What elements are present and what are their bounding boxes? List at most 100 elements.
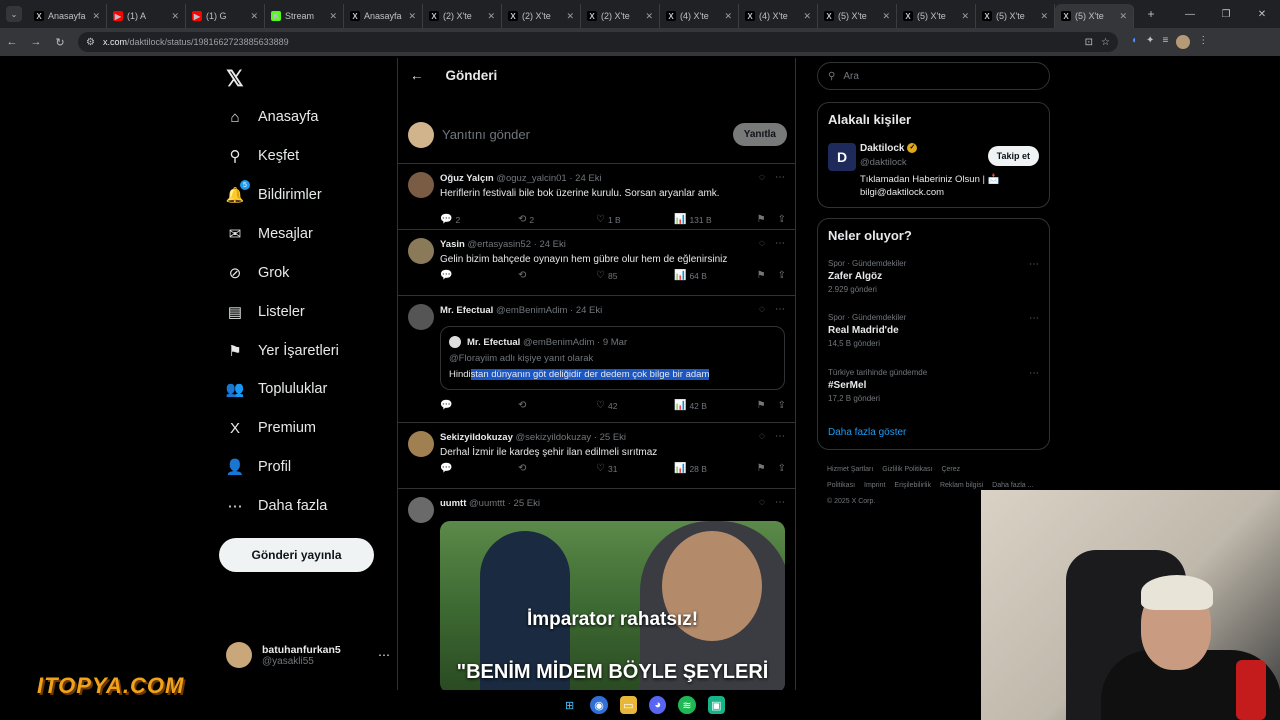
author-handle[interactable]: @emBenimAdim — [496, 305, 567, 316]
tab-close-icon[interactable]: ✕ — [1119, 11, 1127, 22]
search-input[interactable]: ⚲ Ara — [817, 62, 1050, 90]
nav-item-mesajlar[interactable]: ✉ Mesajlar — [226, 225, 313, 243]
tweet[interactable]: Oğuz Yalçın @oguz_yalcin01 · 24 Eki ◌ ⋯ Her… — [398, 164, 795, 230]
tab-close-icon[interactable]: ✕ — [645, 11, 653, 22]
show-more-link[interactable]: Daha fazla göster — [828, 427, 906, 438]
retweet-button[interactable]: ⟲ — [518, 270, 596, 281]
tweet-media-image[interactable]: İmparator rahatsız! "BENİM MİDEM BÖYLE ŞE… — [440, 521, 785, 690]
more-icon[interactable]: ⋯ — [1029, 368, 1039, 379]
retweet-button[interactable]: ⟲ — [518, 463, 596, 474]
tab-close-icon[interactable]: ✕ — [408, 11, 416, 22]
like-button[interactable]: ♡ 31 — [596, 463, 674, 474]
browser-tab[interactable]: X Anasayfa ✕ — [28, 4, 107, 28]
tab-close-icon[interactable]: ✕ — [250, 11, 258, 22]
windows-start-icon[interactable]: ⊞ — [561, 696, 578, 714]
forward-icon[interactable]: → — [24, 36, 48, 48]
avatar[interactable] — [408, 304, 434, 330]
browser-tab[interactable]: X (5) X'te ✕ — [897, 4, 976, 28]
avatar[interactable] — [408, 238, 434, 264]
close-window-icon[interactable]: ✕ — [1244, 9, 1280, 20]
reply-button[interactable]: 💬 — [440, 270, 518, 281]
retweet-button[interactable]: ⟲ — [518, 400, 596, 411]
file-explorer-icon[interactable]: ▭ — [619, 696, 637, 714]
grok-icon[interactable]: ◌ — [759, 172, 765, 183]
tab-close-icon[interactable]: ✕ — [961, 11, 969, 22]
more-icon[interactable]: ⋯ — [775, 497, 785, 508]
profile-avatar-icon[interactable] — [1176, 35, 1191, 49]
tweet-date[interactable]: 24 Eki — [539, 239, 565, 250]
bookmark-icon[interactable]: ⚑ — [757, 400, 766, 411]
bookmark-icon[interactable]: ⚑ — [757, 214, 766, 225]
views-button[interactable]: 📊 64 B — [674, 270, 752, 281]
share-icon[interactable]: ⇪ — [778, 400, 786, 411]
trend-item[interactable]: Spor · Gündemdekiler Zafer Algöz 2.929 gön… — [828, 259, 1041, 294]
footer-link[interactable]: Reklam bilgisi — [940, 482, 983, 489]
more-icon[interactable]: ⋯ — [775, 172, 785, 183]
x-logo-icon[interactable]: 𝕏 — [226, 66, 244, 92]
browser-tab[interactable]: X (2) X'te ✕ — [423, 4, 502, 28]
nav-item-listeler[interactable]: ▤ Listeler — [226, 303, 305, 321]
like-button[interactable]: ♡ 85 — [596, 270, 674, 281]
grok-icon[interactable]: ◌ — [759, 238, 765, 249]
restore-icon[interactable]: ❐ — [1208, 9, 1244, 20]
reply-button[interactable]: Yanıtla — [732, 123, 787, 146]
author-handle[interactable]: @sekizyildokuzay — [516, 432, 592, 443]
tab-close-icon[interactable]: ✕ — [1040, 11, 1048, 22]
reply-input[interactable]: Yanıtını gönder — [442, 127, 733, 142]
share-icon[interactable]: ⇪ — [778, 463, 786, 474]
site-info-icon[interactable]: ⚙ — [86, 37, 95, 48]
nav-item-profil[interactable]: 👤 Profil — [226, 458, 291, 476]
more-icon[interactable]: ⋯ — [775, 238, 785, 249]
tab-search-button[interactable]: ⌄ — [6, 6, 22, 22]
nav-item-yer-i-şaretleri[interactable]: ⚑ Yer İşaretleri — [226, 342, 339, 360]
tab-close-icon[interactable]: ✕ — [92, 11, 100, 22]
nav-item-daha-fazla[interactable]: ⋯ Daha fazla — [226, 497, 328, 515]
chrome-icon[interactable]: ◉ — [590, 696, 608, 714]
tweet-date[interactable]: 25 Eki — [600, 432, 626, 443]
daktilock-logo-icon[interactable]: D — [828, 143, 856, 171]
bookmark-star-icon[interactable]: ☆ — [1101, 37, 1110, 48]
menu-kebab-icon[interactable]: ⋮ — [1198, 35, 1208, 49]
reload-icon[interactable]: ↻ — [48, 36, 72, 49]
grok-icon[interactable]: ◌ — [759, 497, 765, 508]
install-app-icon[interactable]: ⊡ — [1085, 37, 1093, 48]
more-icon[interactable]: ⋯ — [1029, 313, 1039, 324]
share-icon[interactable]: ⇪ — [778, 214, 786, 225]
views-button[interactable]: 📊 131 B — [674, 214, 752, 225]
grok-icon[interactable]: ◌ — [759, 304, 765, 315]
nav-item-premium[interactable]: X Premium — [226, 419, 316, 437]
author-name[interactable]: Yasin — [440, 239, 465, 250]
author-name[interactable]: Sekizyildokuzay — [440, 432, 513, 443]
tab-close-icon[interactable]: ✕ — [329, 11, 337, 22]
views-button[interactable]: 📊 28 B — [674, 463, 752, 474]
browser-tab[interactable]: X (4) X'te ✕ — [660, 4, 739, 28]
trend-item[interactable]: Spor · Gündemdekiler Real Madrid'de 14,5 B… — [828, 313, 1041, 348]
author-handle[interactable]: @uumttt — [469, 498, 505, 509]
browser-tab[interactable]: X (4) X'te ✕ — [739, 4, 818, 28]
tweet[interactable]: Sekizyildokuzay @sekizyildokuzay · 25 Ek… — [398, 423, 795, 489]
reply-button[interactable]: 💬 — [440, 463, 518, 474]
post-button[interactable]: Gönderi yayınla — [219, 538, 374, 572]
avatar[interactable] — [408, 431, 434, 457]
tweet-date[interactable]: 25 Eki — [514, 498, 540, 509]
nav-item-grok[interactable]: ⊘ Grok — [226, 264, 290, 282]
minimize-icon[interactable]: — — [1172, 9, 1208, 20]
browser-tab[interactable]: ▶ (1) G ✕ — [186, 4, 265, 28]
trend-item[interactable]: Türkiye tarihinde gündemde #SerMel 17,2 B … — [828, 368, 1041, 403]
tweet[interactable]: Mr. Efectual @emBenimAdim · 24 Eki ◌ ⋯ Mr. … — [398, 296, 795, 423]
avatar[interactable] — [408, 172, 434, 198]
tweet-date[interactable]: 24 Eki — [575, 173, 601, 184]
tab-close-icon[interactable]: ✕ — [882, 11, 890, 22]
bookmark-icon[interactable]: ⚑ — [757, 463, 766, 474]
more-icon[interactable]: ⋯ — [775, 431, 785, 442]
extension-icon[interactable]: ◐ — [1132, 35, 1138, 49]
quoted-tweet[interactable]: Mr. Efectual @emBenimAdim · 9 Mar @Floray… — [440, 326, 785, 390]
footer-link[interactable]: Hizmet Şartları — [827, 466, 873, 473]
like-button[interactable]: ♡ 42 — [596, 400, 674, 411]
back-arrow-icon[interactable]: ← — [410, 68, 424, 83]
tab-close-icon[interactable]: ✕ — [487, 11, 495, 22]
footer-link[interactable]: Erişilebilirlik — [894, 482, 931, 489]
views-button[interactable]: 📊 42 B — [674, 400, 752, 411]
address-bar[interactable]: ⚙ x.com/daktilock/status/198166272388563… — [78, 32, 1118, 52]
browser-tab[interactable]: ▶ (1) A ✕ — [107, 4, 186, 28]
